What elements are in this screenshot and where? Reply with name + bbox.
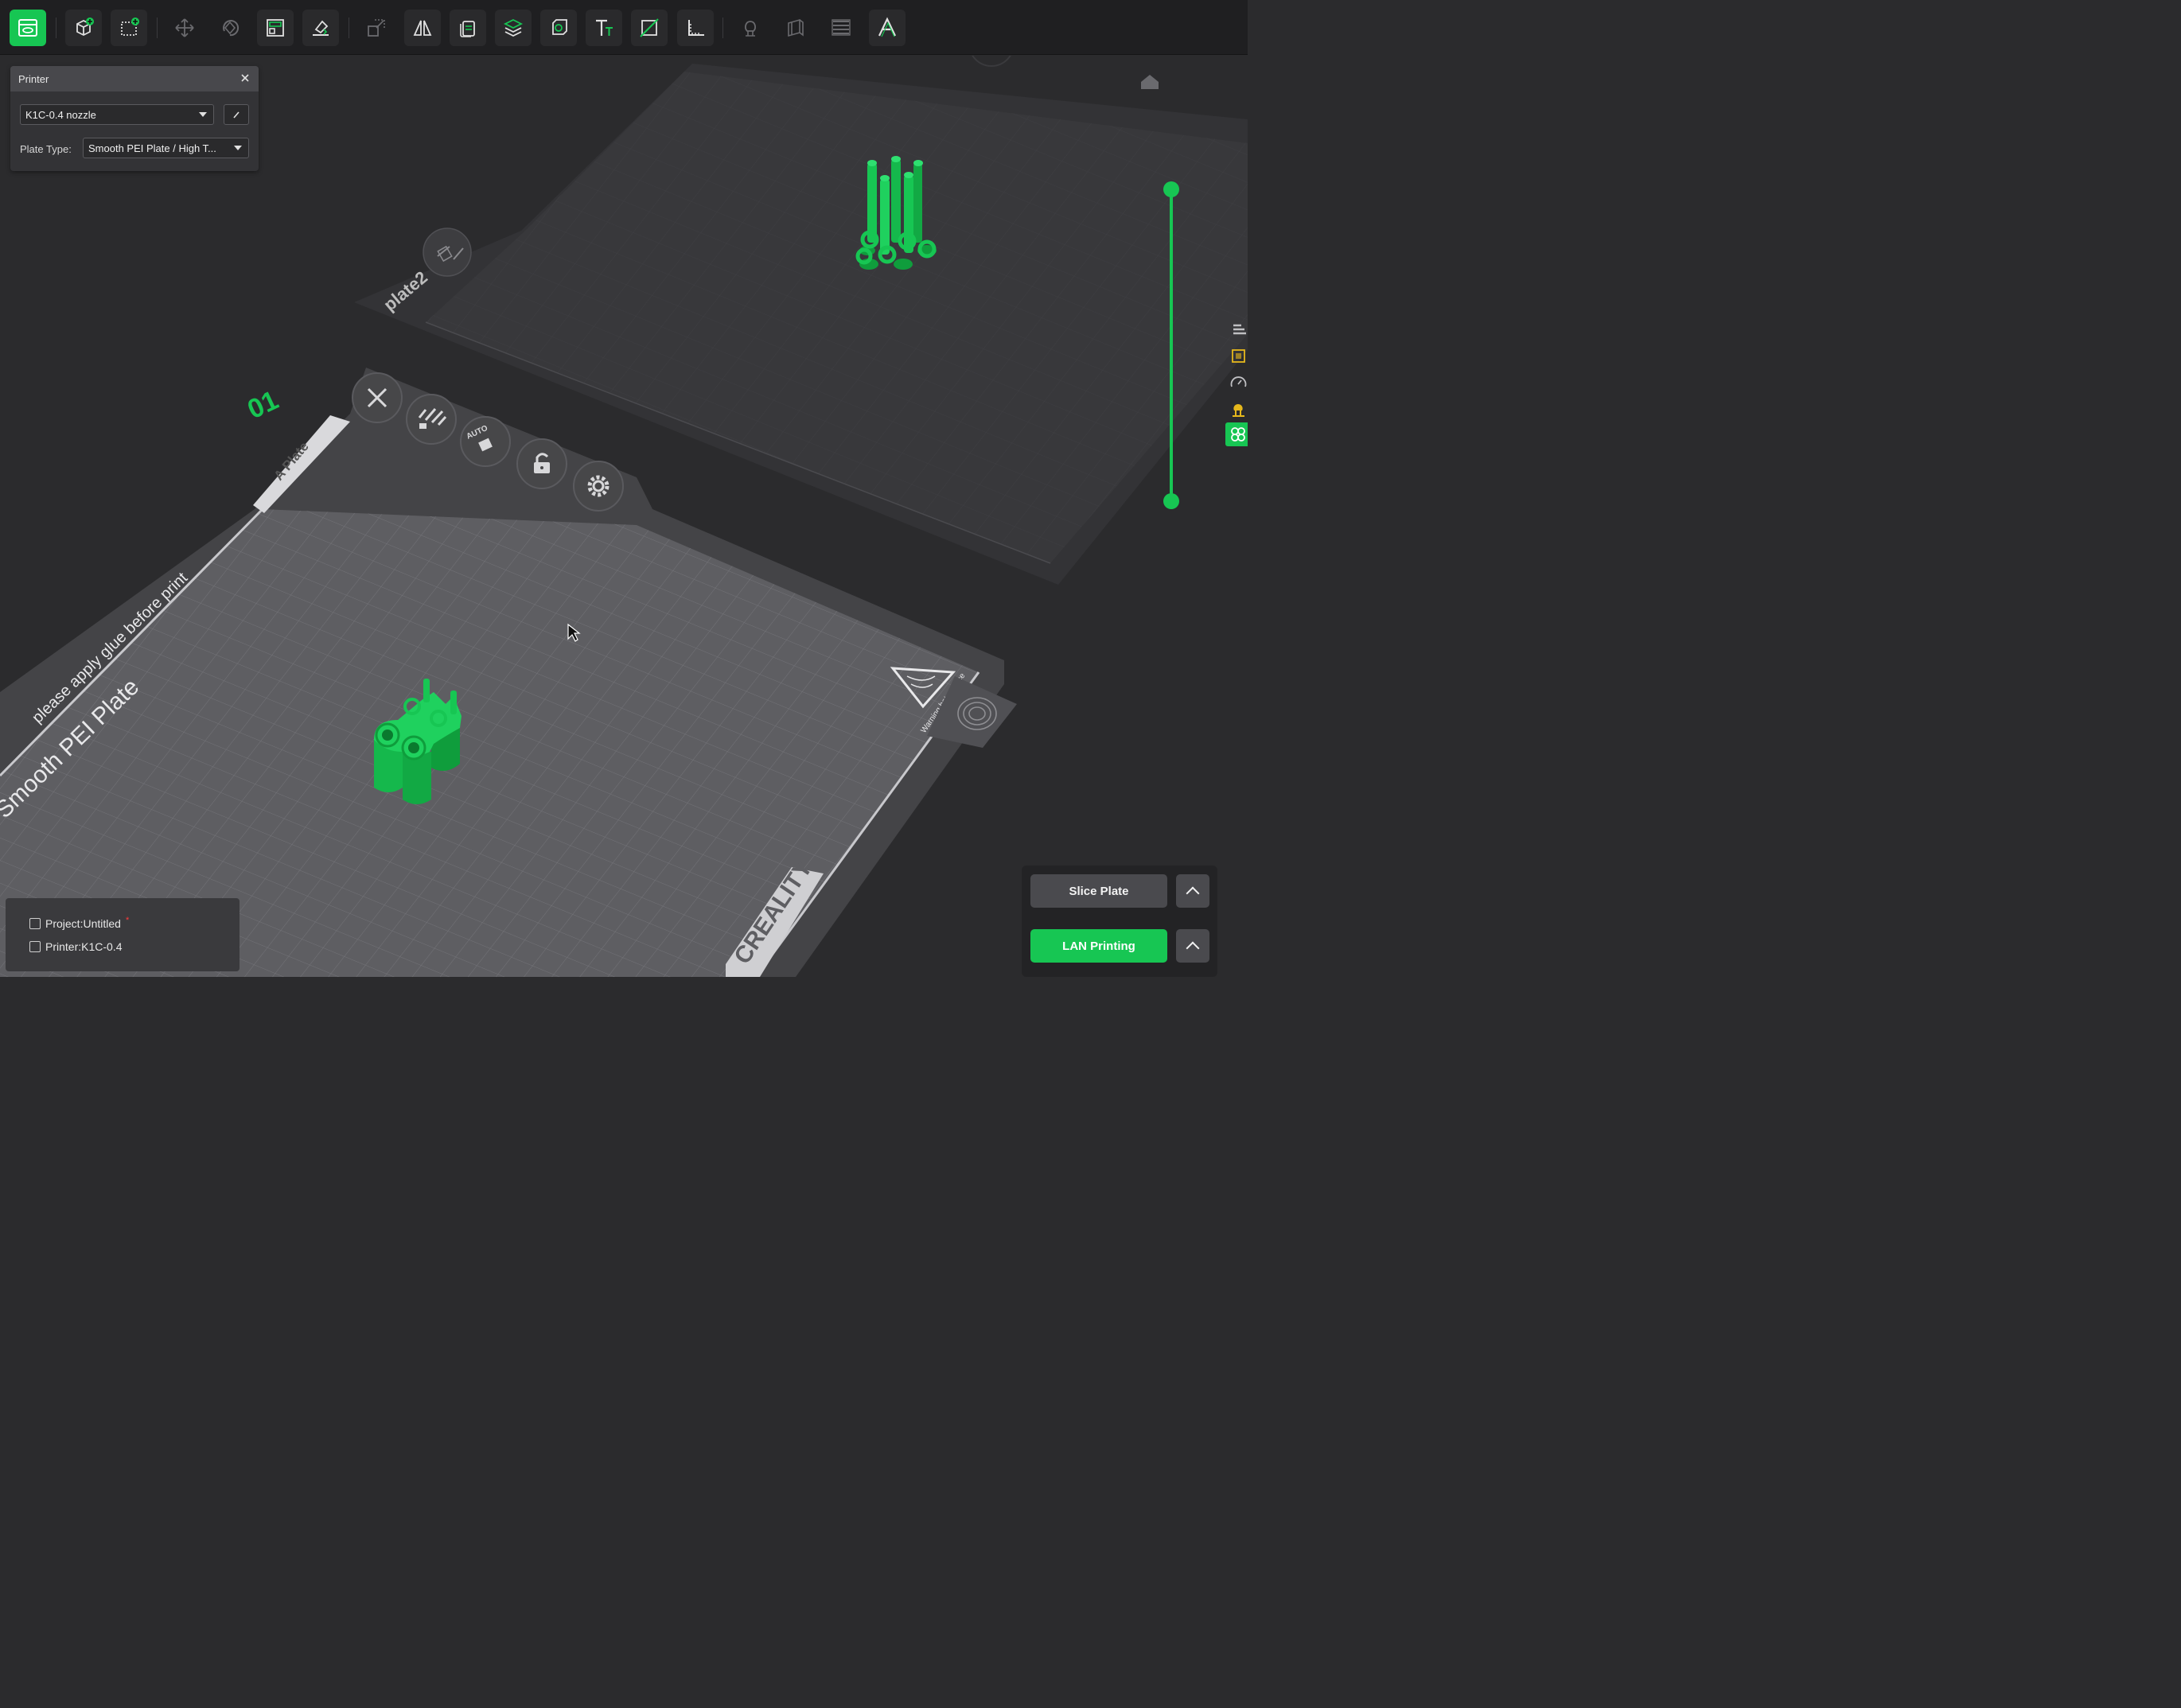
chevron-up-icon xyxy=(1186,941,1200,955)
support-paint-icon[interactable] xyxy=(732,10,769,46)
main-toolbar xyxy=(0,0,1248,55)
plate-arrange-button[interactable] xyxy=(406,394,457,445)
clover-icon xyxy=(1231,427,1245,442)
project-status-panel: Project:Untitled * Printer:K1C-0.4 xyxy=(6,898,240,971)
print-options-button[interactable] xyxy=(1176,929,1209,963)
object-list-icon[interactable] xyxy=(1229,319,1248,338)
lay-on-face-icon[interactable] xyxy=(302,10,339,46)
rotate-icon[interactable] xyxy=(212,10,248,46)
prepare-view-icon[interactable] xyxy=(10,10,46,46)
printer-select-value: K1C-0.4 nozzle xyxy=(25,108,96,121)
measure-icon[interactable] xyxy=(677,10,714,46)
plate-settings-button[interactable] xyxy=(573,461,624,512)
printer-panel-title: Printer xyxy=(18,72,49,85)
right-side-toolbar xyxy=(1225,314,1248,449)
arrange-icon[interactable] xyxy=(257,10,294,46)
3d-viewport[interactable]: plate2 A Plate 01 please apply glue befo… xyxy=(0,56,1248,977)
cut-icon[interactable] xyxy=(631,10,668,46)
add-object-icon[interactable] xyxy=(65,10,102,46)
scale-icon[interactable] xyxy=(358,10,395,46)
support-icon[interactable] xyxy=(1229,400,1248,419)
move-icon[interactable] xyxy=(166,10,203,46)
plate-auto-orient-button[interactable]: AUTO xyxy=(460,416,511,467)
plate-type-label: Plate Type: xyxy=(20,143,72,155)
printer-status-label: Printer:K1C-0.4 xyxy=(45,940,123,953)
layers-icon[interactable] xyxy=(495,10,532,46)
copy-icon[interactable] xyxy=(450,10,486,46)
plate-type-value: Smooth PEI Plate / High T... xyxy=(88,142,216,154)
chevron-down-icon xyxy=(234,146,242,150)
printer-select[interactable]: K1C-0.4 nozzle xyxy=(20,104,214,125)
add-plate-icon[interactable] xyxy=(111,10,147,46)
slice-plate-button[interactable]: Slice Plate xyxy=(1030,874,1167,908)
close-icon[interactable] xyxy=(240,72,251,84)
project-status-line: Project:Untitled * xyxy=(29,916,130,930)
plate1-number: 01 xyxy=(243,385,282,425)
toolbar-separator xyxy=(157,18,158,38)
speedometer-icon[interactable] xyxy=(1229,373,1248,392)
mirror-icon[interactable] xyxy=(404,10,441,46)
modified-marker: * xyxy=(125,916,130,925)
variable-layer-icon[interactable] xyxy=(823,10,859,46)
plate-close-button[interactable] xyxy=(352,372,403,423)
select-icon[interactable] xyxy=(1229,346,1248,365)
project-label: Project:Untitled xyxy=(45,917,121,930)
hollow-icon[interactable] xyxy=(540,10,577,46)
plate-type-select[interactable]: Smooth PEI Plate / High T... xyxy=(83,138,249,158)
plugin-button[interactable] xyxy=(1225,422,1248,446)
printer-panel-header: Printer xyxy=(10,66,259,91)
lan-printing-button[interactable]: LAN Printing xyxy=(1030,929,1167,963)
pencil-icon xyxy=(233,111,240,119)
edit-printer-button[interactable] xyxy=(224,104,249,125)
seam-paint-icon[interactable] xyxy=(777,10,814,46)
text-icon[interactable] xyxy=(586,10,622,46)
toolbar-separator xyxy=(722,18,723,38)
printer-status-line: Printer:K1C-0.4 xyxy=(29,940,122,953)
chevron-down-icon xyxy=(199,112,207,117)
plate-lock-button[interactable] xyxy=(516,438,567,489)
chevron-up-icon xyxy=(1186,886,1200,900)
file-icon xyxy=(29,918,41,929)
printer-icon xyxy=(29,941,41,952)
home-icon[interactable] xyxy=(1141,75,1159,89)
emboss-text-icon[interactable] xyxy=(869,10,906,46)
slice-options-button[interactable] xyxy=(1176,874,1209,908)
